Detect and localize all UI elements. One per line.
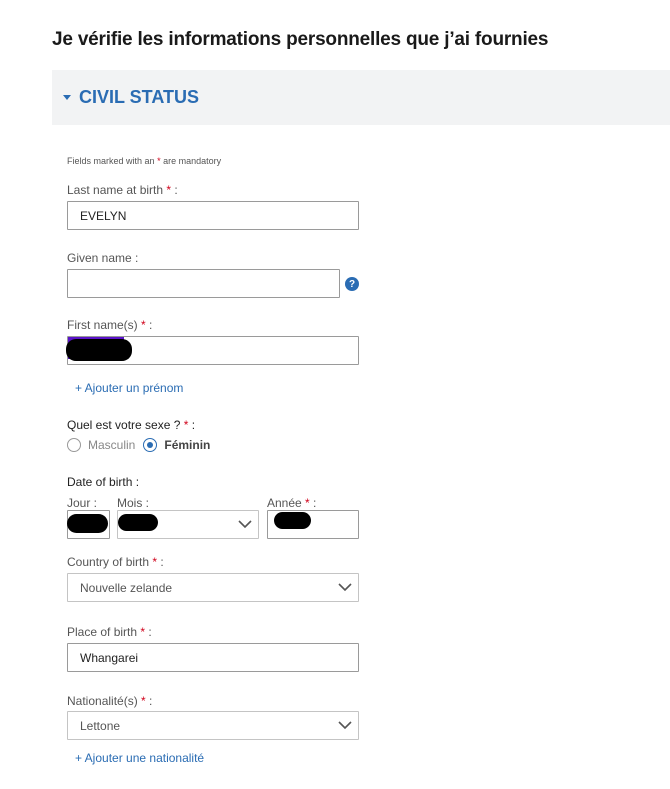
female-radio[interactable] bbox=[143, 438, 158, 452]
dob-year-label: Année * : bbox=[267, 496, 317, 510]
redaction-mark bbox=[274, 512, 311, 529]
nationality-label: Nationalité(s) * : bbox=[67, 694, 153, 708]
civil-status-section-header[interactable]: CIVIL STATUS bbox=[52, 70, 670, 125]
redaction-mark bbox=[66, 339, 132, 361]
redaction-mark bbox=[118, 514, 158, 531]
caret-down-icon bbox=[63, 95, 71, 100]
last-name-input[interactable]: EVELYN bbox=[67, 201, 359, 230]
section-title: CIVIL STATUS bbox=[79, 87, 200, 107]
male-radio-label[interactable]: Masculin bbox=[88, 438, 135, 452]
sex-radio-group: Masculin Féminin bbox=[67, 438, 218, 452]
country-of-birth-select[interactable]: Nouvelle zelande bbox=[67, 573, 359, 602]
female-radio-label[interactable]: Féminin bbox=[164, 438, 210, 452]
add-first-name-link[interactable]: + Ajouter un prénom bbox=[75, 381, 183, 395]
chevron-down-icon bbox=[338, 721, 352, 730]
redaction-mark bbox=[67, 514, 108, 533]
given-name-input[interactable] bbox=[67, 269, 340, 298]
dob-day-label: Jour : bbox=[67, 496, 98, 510]
mandatory-note: Fields marked with an * are mandatory bbox=[67, 156, 222, 166]
chevron-down-icon bbox=[238, 520, 252, 529]
sex-label: Quel est votre sexe ? * : bbox=[67, 418, 196, 432]
dob-label: Date of birth : bbox=[67, 475, 140, 489]
place-of-birth-input[interactable]: Whangarei bbox=[67, 643, 359, 672]
add-nationality-link[interactable]: + Ajouter une nationalité bbox=[75, 751, 204, 765]
help-icon[interactable]: ? bbox=[345, 277, 359, 291]
country-of-birth-label: Country of birth * : bbox=[67, 555, 164, 569]
page-title: Je vérifie les informations personnelles… bbox=[52, 29, 549, 50]
chevron-down-icon bbox=[338, 583, 352, 592]
nationality-select[interactable]: Lettone bbox=[67, 711, 359, 740]
first-names-label: First name(s) * : bbox=[67, 318, 153, 332]
dob-month-label: Mois : bbox=[117, 496, 150, 510]
male-radio[interactable] bbox=[67, 438, 81, 452]
place-of-birth-label: Place of birth * : bbox=[67, 625, 152, 639]
last-name-label: Last name at birth * : bbox=[67, 183, 178, 197]
given-name-label: Given name : bbox=[67, 251, 139, 265]
